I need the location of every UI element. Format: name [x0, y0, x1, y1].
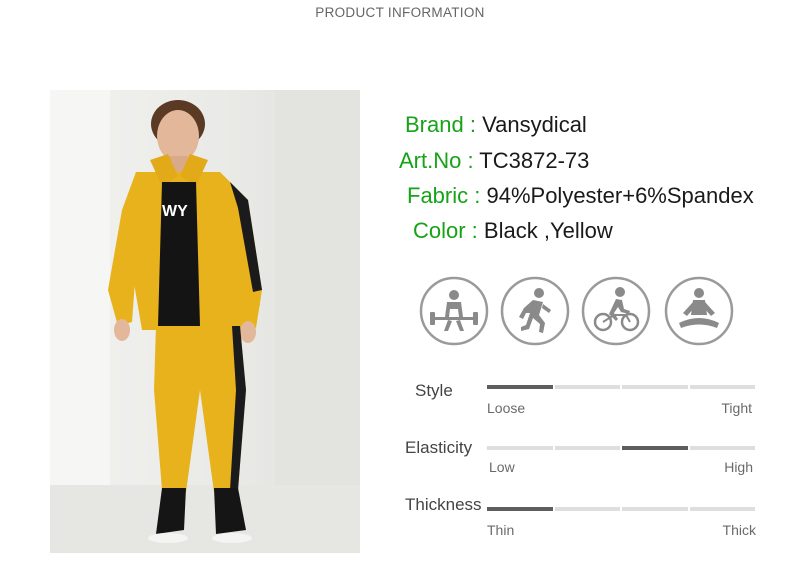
- brand-value: Vansydical: [482, 112, 587, 137]
- thickness-label: Thickness: [405, 495, 482, 514]
- thickness-low-label: Thin: [487, 522, 515, 538]
- product-photo: WY: [50, 90, 360, 553]
- thickness-bar: [487, 507, 755, 511]
- rating-segment: [554, 507, 620, 511]
- rating-segment: [622, 446, 688, 450]
- thickness-high-label: Thick: [722, 522, 756, 538]
- fabric-label: Fabric :: [407, 183, 481, 208]
- elasticity-low-label: Low: [489, 459, 515, 475]
- rating-segment: [487, 507, 553, 511]
- elasticity-label: Elasticity: [405, 438, 473, 457]
- style-label: Style: [415, 381, 453, 400]
- fabric-line: Fabric : 94%Polyester+6%Spandex: [407, 183, 754, 209]
- color-label: Color :: [413, 218, 478, 243]
- rating-segment: [689, 446, 755, 450]
- artno-line: Art.No : TC3872-73: [399, 148, 589, 174]
- running-icon: [499, 275, 571, 347]
- artno-label: Art.No :: [399, 148, 474, 173]
- artno-value: TC3872-73: [479, 148, 590, 173]
- style-bar: [487, 385, 755, 389]
- rating-segment: [554, 385, 620, 389]
- elasticity-bar: [487, 446, 755, 450]
- svg-text:WY: WY: [162, 203, 188, 220]
- rating-segment: [622, 385, 688, 389]
- fabric-value: 94%Polyester+6%Spandex: [486, 183, 754, 208]
- rating-segment: [622, 507, 688, 511]
- style-low-label: Loose: [487, 400, 526, 416]
- color-line: Color : Black ,Yellow: [413, 218, 613, 244]
- rating-segment: [487, 446, 553, 450]
- style-high-label: Tight: [721, 400, 752, 416]
- page-title: PRODUCT INFORMATION: [315, 5, 485, 20]
- brand-line: Brand : Vansydical: [405, 112, 587, 138]
- rating-segment: [689, 385, 755, 389]
- rating-segment: [689, 507, 755, 511]
- elasticity-high-label: High: [724, 459, 753, 475]
- meditation-icon: [663, 275, 735, 347]
- cycling-icon: [580, 275, 652, 347]
- rating-segment: [487, 385, 553, 389]
- weightlifting-icon: [418, 275, 490, 347]
- color-value: Black ,Yellow: [483, 218, 613, 243]
- rating-segment: [554, 446, 620, 450]
- brand-label: Brand :: [405, 112, 476, 137]
